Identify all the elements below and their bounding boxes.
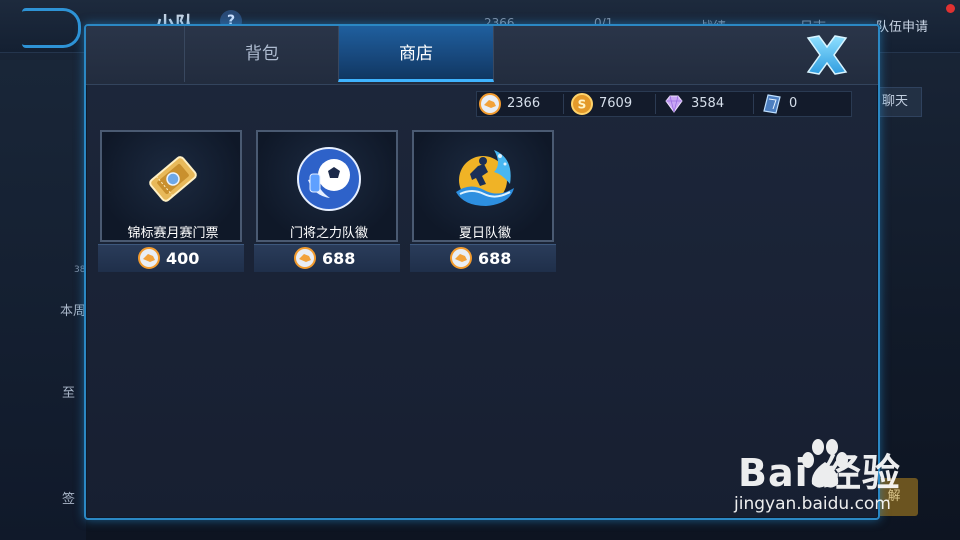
baidu-watermark: Bai 经验 jingyan.baidu.com: [730, 436, 940, 520]
divider: [655, 94, 656, 114]
shop-item-name: 锦标赛月赛门票: [127, 226, 219, 241]
watermark-brand: Bai 经验: [738, 451, 901, 495]
football-emblem-icon: [297, 147, 361, 211]
coupon-icon: [138, 247, 160, 269]
shop-item-price-value: 400: [166, 249, 200, 268]
currency-diamond-value: 3584: [691, 96, 725, 111]
shop-item-name: 夏日队徽: [458, 226, 511, 241]
close-icon[interactable]: [802, 32, 852, 78]
currency-crystal-value: 0: [789, 96, 798, 111]
shop-item-card[interactable]: 锦标赛月赛门票: [100, 130, 242, 242]
team-apply-button[interactable]: 队伍申请: [876, 16, 928, 35]
coupon-icon: [450, 247, 472, 269]
shop-item-name: 门将之力队徽: [289, 226, 368, 241]
background-week-label: 本周: [60, 304, 87, 319]
background-zhi-label: 至: [62, 386, 76, 401]
currency-bar: 2366 S 7609 3584 0: [476, 91, 852, 117]
coupon-icon: [294, 247, 316, 269]
shop-item-price[interactable]: 688: [410, 244, 556, 272]
shop-item-card[interactable]: 门将之力队徽: [256, 130, 398, 242]
currency-gold-value: 7609: [599, 96, 633, 111]
shop-item-price-value: 688: [322, 249, 356, 268]
svg-text:S: S: [578, 98, 587, 112]
ticket-icon: [149, 156, 197, 202]
tab-backpack[interactable]: 背包: [184, 26, 340, 82]
shop-item-price[interactable]: 688: [254, 244, 400, 272]
gold-coin-icon: S: [571, 93, 593, 115]
shop-item-price[interactable]: 400: [98, 244, 244, 272]
tab-bar: 背包 商店: [86, 26, 878, 85]
currency-coupon-value: 2366: [507, 96, 541, 111]
surf-emblem-icon: [456, 150, 514, 206]
divider: [563, 94, 564, 114]
tab-shop[interactable]: 商店: [338, 26, 494, 82]
shop-item-price-value: 688: [478, 249, 512, 268]
back-button[interactable]: [22, 8, 81, 48]
crystal-icon: [763, 94, 781, 114]
notification-dot-icon: [946, 4, 955, 13]
diamond-icon: [665, 95, 683, 113]
coupon-icon: [479, 93, 501, 115]
background-sign-label: 签: [62, 492, 76, 507]
watermark-url: jingyan.baidu.com: [734, 494, 891, 514]
shop-item-card[interactable]: 夏日队徽: [412, 130, 554, 242]
divider: [753, 94, 754, 114]
